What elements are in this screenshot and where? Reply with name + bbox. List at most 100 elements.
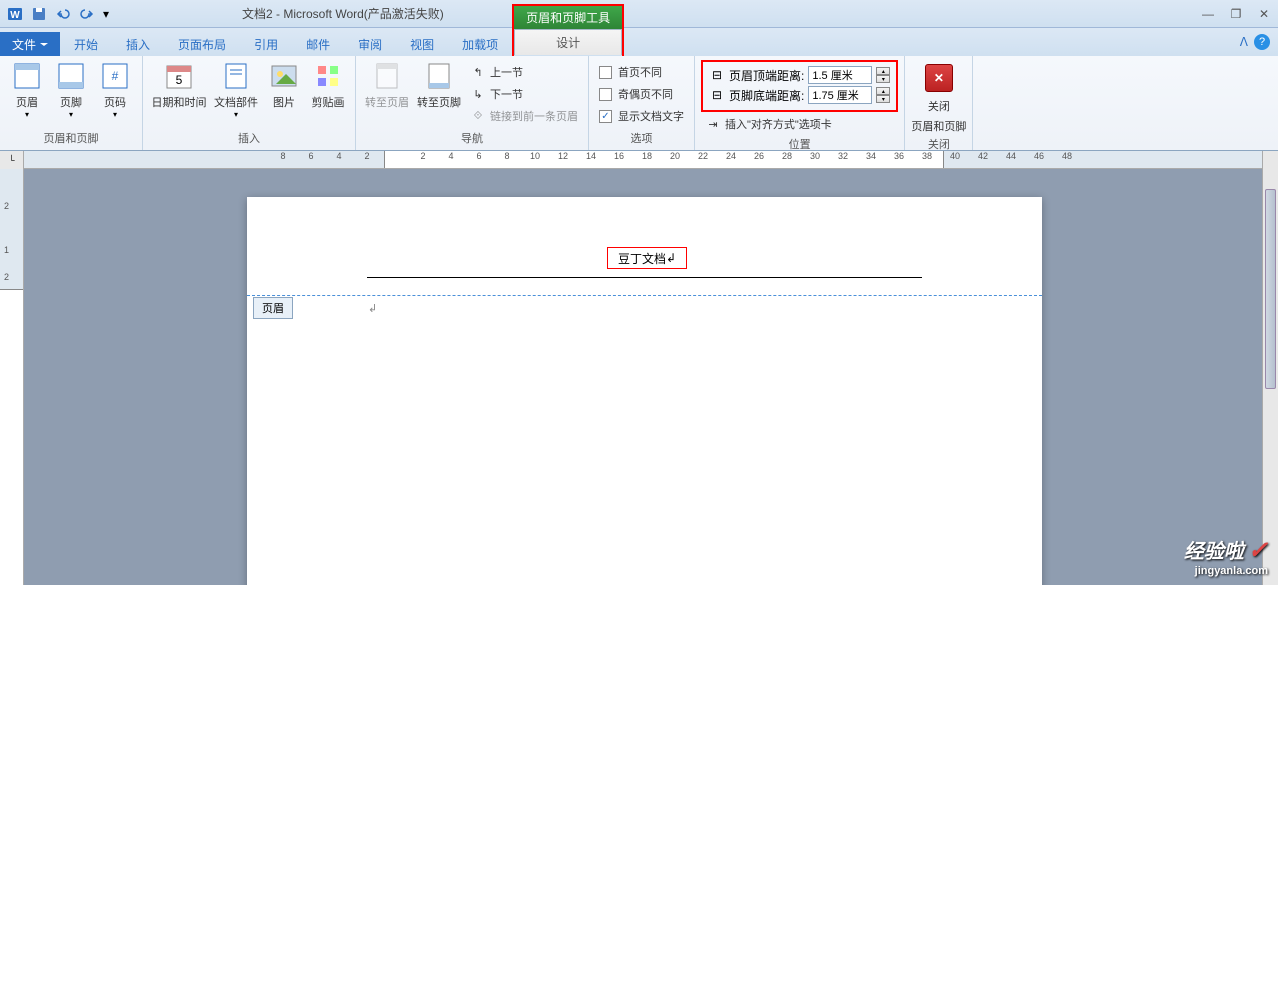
header-top-spinner[interactable]: ▴▾ xyxy=(876,67,890,83)
docparts-icon xyxy=(220,60,252,92)
pagenum-icon: # xyxy=(99,60,131,92)
footer-button[interactable]: 页脚 ▾ xyxy=(50,58,92,121)
align-icon: ⇥ xyxy=(705,116,721,132)
tab-design[interactable]: 设计 xyxy=(514,29,622,55)
prev-icon: ↰ xyxy=(470,64,486,80)
title-bar: W ▾ 文档2 - Microsoft Word(产品激活失败) — ❐ ✕ xyxy=(0,0,1278,28)
goto-footer-icon xyxy=(423,60,455,92)
picture-icon xyxy=(268,60,300,92)
group-close: ✕ 关闭 页眉和页脚 关闭 xyxy=(905,56,973,150)
contextual-tab-group: 页眉和页脚工具 设计 xyxy=(512,4,624,56)
group-navigation: 转至页眉 转至页脚 ↰上一节 ↳下一节 ⟐链接到前一条页眉 导航 xyxy=(356,56,589,150)
ribbon: 页眉 ▾ 页脚 ▾ # 页码 ▾ 页眉和页脚 5 日期和时间 文档 xyxy=(0,56,1278,151)
header-dist-icon: ⊟ xyxy=(709,67,725,83)
group-label: 插入 xyxy=(149,128,349,150)
group-options: 首页不同 奇偶页不同 ✓显示文档文字 选项 xyxy=(589,56,695,150)
ribbon-tabs: 文件 开始 插入 页面布局 引用 邮件 审阅 视图 加载项 页眉和页脚工具 设计… xyxy=(0,28,1278,56)
close-window-button[interactable]: ✕ xyxy=(1254,5,1274,23)
prev-section-button[interactable]: ↰上一节 xyxy=(466,62,582,82)
checkbox-icon xyxy=(599,66,612,79)
word-icon[interactable]: W xyxy=(4,3,26,25)
docparts-button[interactable]: 文档部件 ▾ xyxy=(211,58,261,121)
first-page-diff-checkbox[interactable]: 首页不同 xyxy=(595,62,688,82)
tab-view[interactable]: 视图 xyxy=(396,32,448,56)
footer-icon xyxy=(55,60,87,92)
page-container[interactable]: 豆丁文档↲ 页眉 ↲ xyxy=(24,169,1278,585)
header-icon xyxy=(11,60,43,92)
scroll-thumb[interactable] xyxy=(1265,189,1276,389)
group-insert: 5 日期和时间 文档部件 ▾ 图片 剪贴画 插入 xyxy=(143,56,356,150)
tab-mailings[interactable]: 邮件 xyxy=(292,32,344,56)
watermark: 经验啦✓ jingyanla.com xyxy=(1184,535,1268,577)
svg-text:5: 5 xyxy=(176,73,183,87)
horizontal-ruler[interactable]: └ 86422468101214161820222426283032343638… xyxy=(0,151,1278,169)
link-icon: ⟐ xyxy=(470,108,486,124)
checkmark-icon: ✓ xyxy=(1248,537,1268,564)
header-button[interactable]: 页眉 ▾ xyxy=(6,58,48,121)
group-header-footer: 页眉 ▾ 页脚 ▾ # 页码 ▾ 页眉和页脚 xyxy=(0,56,143,150)
tab-home[interactable]: 开始 xyxy=(60,32,112,56)
redo-icon[interactable] xyxy=(76,3,98,25)
show-doc-text-checkbox[interactable]: ✓显示文档文字 xyxy=(595,106,688,126)
position-highlight: ⊟ 页眉顶端距离: ▴▾ ⊟ 页脚底端距离: ▴▾ xyxy=(701,60,898,112)
checkbox-checked-icon: ✓ xyxy=(599,110,612,123)
odd-even-diff-checkbox[interactable]: 奇偶页不同 xyxy=(595,84,688,104)
tab-selector[interactable]: └ xyxy=(0,151,24,169)
file-tab-label: 文件 xyxy=(12,36,36,53)
header-boundary xyxy=(247,295,1042,296)
minimize-ribbon-icon[interactable]: ᐱ xyxy=(1240,35,1248,49)
group-label: 导航 xyxy=(362,128,582,150)
restore-button[interactable]: ❐ xyxy=(1226,5,1246,23)
datetime-button[interactable]: 5 日期和时间 xyxy=(149,58,209,112)
contextual-group-label: 页眉和页脚工具 xyxy=(514,6,622,29)
link-prev-button[interactable]: ⟐链接到前一条页眉 xyxy=(466,106,582,126)
page[interactable]: 豆丁文档↲ 页眉 ↲ xyxy=(247,197,1042,585)
undo-icon[interactable] xyxy=(52,3,74,25)
vertical-scrollbar[interactable] xyxy=(1262,169,1278,585)
vertical-ruler[interactable]: 212 xyxy=(0,169,24,585)
help-icon[interactable]: ? xyxy=(1254,34,1270,50)
header-text[interactable]: 豆丁文档↲ xyxy=(607,247,687,269)
app-title: 文档2 - Microsoft Word(产品激活失败) xyxy=(242,5,444,22)
header-top-input[interactable] xyxy=(808,66,872,84)
close-sublabel: 页眉和页脚 xyxy=(911,118,966,134)
pagenum-button[interactable]: # 页码 ▾ xyxy=(94,58,136,121)
document-area: 212 豆丁文档↲ 页眉 ↲ xyxy=(0,169,1278,585)
quick-access-toolbar: W ▾ xyxy=(4,3,112,25)
tab-addins[interactable]: 加载项 xyxy=(448,32,512,56)
header-tag: 页眉 xyxy=(253,297,293,319)
goto-header-icon xyxy=(371,60,403,92)
goto-footer-button[interactable]: 转至页脚 xyxy=(414,58,464,112)
calendar-icon: 5 xyxy=(163,60,195,92)
header-top-label: 页眉顶端距离: xyxy=(729,67,804,84)
picture-button[interactable]: 图片 xyxy=(263,58,305,112)
clipart-button[interactable]: 剪贴画 xyxy=(307,58,349,112)
close-header-footer-button[interactable]: ✕ xyxy=(925,64,953,92)
close-label: 关闭 xyxy=(928,98,950,114)
footer-bottom-label: 页脚底端距离: xyxy=(729,87,804,104)
save-icon[interactable] xyxy=(28,3,50,25)
tab-references[interactable]: 引用 xyxy=(240,32,292,56)
file-tab[interactable]: 文件 xyxy=(0,32,60,56)
footer-bottom-input[interactable] xyxy=(808,86,872,104)
tab-insert[interactable]: 插入 xyxy=(112,32,164,56)
paragraph-mark-icon: ↲ xyxy=(368,302,377,315)
next-section-button[interactable]: ↳下一节 xyxy=(466,84,582,104)
next-icon: ↳ xyxy=(470,86,486,102)
footer-bottom-spinner[interactable]: ▴▾ xyxy=(876,87,890,103)
header-rule xyxy=(367,277,922,278)
qat-dropdown-icon[interactable]: ▾ xyxy=(100,3,112,25)
svg-text:#: # xyxy=(112,69,119,83)
checkbox-icon xyxy=(599,88,612,101)
ruler-toggle-icon[interactable] xyxy=(1262,151,1278,169)
group-position: ⊟ 页眉顶端距离: ▴▾ ⊟ 页脚底端距离: ▴▾ ⇥插入"对齐方式"选项卡 位… xyxy=(695,56,905,150)
group-label: 页眉和页脚 xyxy=(6,128,136,150)
insert-align-tab-button[interactable]: ⇥插入"对齐方式"选项卡 xyxy=(701,114,898,134)
minimize-button[interactable]: — xyxy=(1198,5,1218,23)
window-controls: — ❐ ✕ xyxy=(1198,5,1274,23)
svg-text:W: W xyxy=(10,10,20,21)
tab-pagelayout[interactable]: 页面布局 xyxy=(164,32,240,56)
goto-header-button[interactable]: 转至页眉 xyxy=(362,58,412,112)
tab-review[interactable]: 审阅 xyxy=(344,32,396,56)
footer-dist-icon: ⊟ xyxy=(709,87,725,103)
